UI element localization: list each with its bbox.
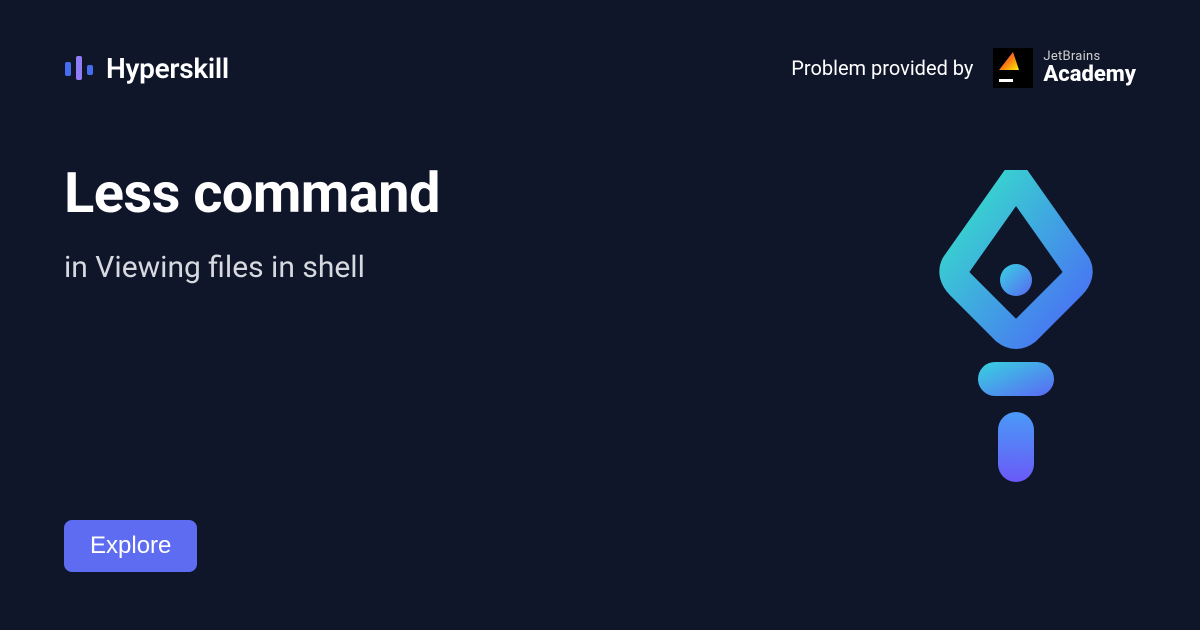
academy-label: Academy <box>1043 63 1136 86</box>
page-title: Less command <box>64 160 440 226</box>
pen-torch-icon <box>896 160 1136 500</box>
explore-button[interactable]: Explore <box>64 520 197 572</box>
jetbrains-label: JetBrains <box>1043 50 1136 64</box>
jetbrains-square-icon <box>993 48 1033 88</box>
header: Hyperskill Problem provided by <box>0 0 1200 88</box>
jetbrains-academy-logo: JetBrains Academy <box>993 48 1136 88</box>
hyperskill-wordmark: Hyperskill <box>106 52 229 85</box>
page-subtitle: in Viewing files in shell <box>64 250 440 285</box>
main-content: Less command in Viewing files in shell <box>0 88 1200 500</box>
provided-by-label: Problem provided by <box>791 56 973 80</box>
hyperskill-logo: Hyperskill <box>64 52 229 85</box>
header-right: Problem provided by JetBrains <box>791 48 1136 88</box>
hyperskill-bars-icon <box>64 53 94 83</box>
text-block: Less command in Viewing files in shell <box>64 160 440 285</box>
jetbrains-text: JetBrains Academy <box>1043 50 1136 87</box>
